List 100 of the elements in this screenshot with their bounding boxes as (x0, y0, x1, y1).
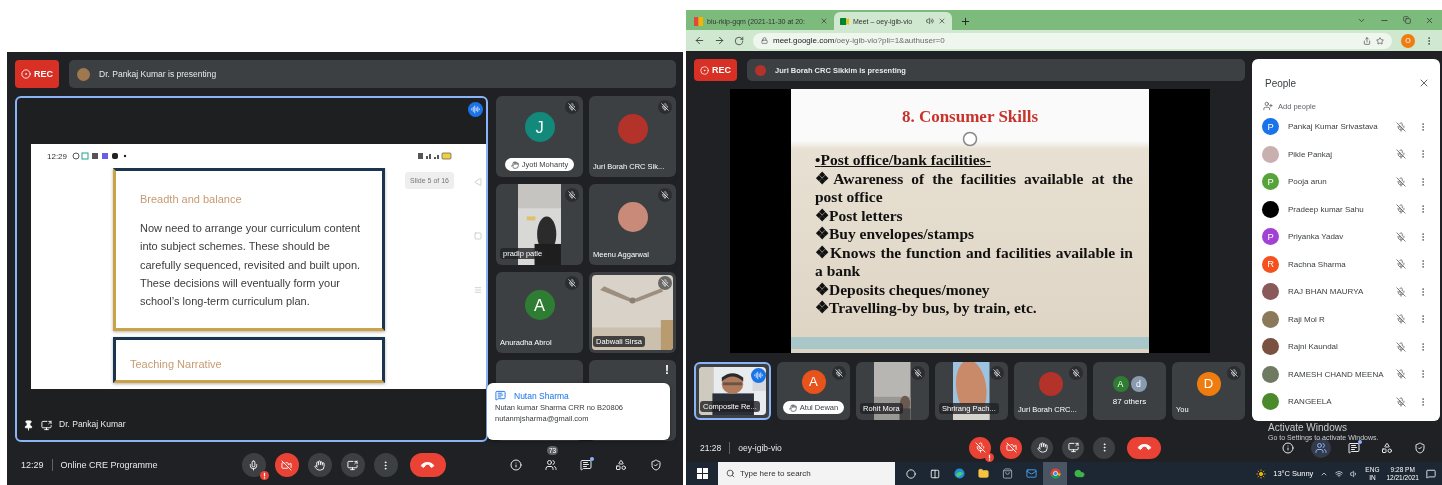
folder-icon (977, 468, 989, 479)
present-screen-icon (1067, 442, 1079, 453)
participant-name: Rajni Kaundal (1288, 342, 1339, 352)
participant-name: RANGEELA (1288, 397, 1333, 407)
close-icon (1418, 77, 1430, 89)
presenter-name: Dr. Pankaj Kumar (59, 419, 126, 429)
shield-icon (650, 459, 662, 471)
raise-hand-button[interactable] (1031, 436, 1053, 459)
mail-icon (1025, 468, 1037, 479)
card-title: Teaching Narrative (130, 358, 223, 371)
participant-name: Pradeep kumar Sahu (1288, 204, 1365, 214)
meeting-time: 12:29 (21, 460, 44, 470)
mic-off-icon[interactable] (1396, 259, 1406, 270)
address-field[interactable]: meet.google.com/oey-igib-vio?pli=1&authuser=0 (753, 32, 1392, 49)
hand-icon (1036, 442, 1048, 453)
more-button[interactable] (1093, 436, 1115, 459)
participant-name: Priyanka Yadav (1288, 232, 1345, 242)
meeting-code: oey-igib-vio (738, 442, 782, 453)
present-button[interactable] (340, 453, 365, 477)
mic-off-icon[interactable] (1396, 121, 1406, 132)
colorful-favicon-icon (694, 16, 703, 26)
avatar: J (524, 112, 555, 142)
sun-icon (1256, 468, 1267, 479)
present-screen-icon (347, 459, 358, 471)
people-icon (545, 459, 557, 471)
avatar: A (524, 290, 555, 320)
others-count: 87 others (1112, 397, 1147, 406)
rec-label: REC (712, 65, 731, 75)
close-icon[interactable] (820, 17, 828, 25)
mic-off-icon[interactable] (1396, 396, 1406, 407)
avatar (755, 64, 766, 76)
network-icon[interactable] (1335, 469, 1344, 478)
present-button[interactable] (1062, 436, 1084, 459)
restore-icon[interactable] (1403, 16, 1411, 24)
mic-off-icon[interactable] (1396, 231, 1406, 242)
close-button[interactable] (1418, 77, 1430, 89)
presenting-text: Dr. Pankaj Kumar is presenting (99, 69, 217, 79)
bullet-text: ❖Awareness of the facilities available at the post office (815, 169, 1133, 207)
avatar: R (1262, 255, 1279, 273)
alert-mark: ! (665, 363, 669, 377)
avatar (77, 67, 90, 81)
forward-icon[interactable] (714, 35, 725, 46)
bookmark-icon[interactable] (1376, 36, 1384, 45)
panel-title: People (1265, 77, 1297, 89)
camera-off-button[interactable] (1000, 436, 1022, 459)
mic-off-icon[interactable] (1396, 341, 1406, 352)
add-person-icon (1263, 101, 1273, 111)
leave-call-button[interactable] (409, 453, 446, 477)
camera-off-icon (1005, 442, 1017, 453)
participant-name: Pankaj Kumar Srivastava (1288, 122, 1379, 132)
close-icon[interactable] (1425, 15, 1434, 25)
microphone-off-button[interactable] (969, 436, 991, 459)
card-text: Now need to arrange your curriculum content into subject schemes. These should be carefully sequenced, revisited and built upon. These decisions will eventually form your school’s long-term curriculum plan. (140, 221, 362, 310)
info-icon (1282, 441, 1294, 454)
browser-icon (1049, 468, 1061, 479)
participant-name: Pooja arun (1288, 177, 1328, 187)
hand-icon (314, 459, 325, 471)
avatar: D (1196, 371, 1221, 396)
raise-hand-button[interactable] (307, 453, 332, 477)
bullet-text: ❖Post letters (815, 206, 904, 225)
chrome-button[interactable] (1043, 462, 1067, 485)
shopping-bag-icon (1001, 468, 1013, 479)
share-icon[interactable] (1363, 36, 1371, 45)
reload-icon[interactable] (734, 35, 744, 46)
mic-off-icon[interactable] (1396, 286, 1406, 297)
mic-off-icon[interactable] (1396, 204, 1406, 215)
new-tab-icon[interactable] (960, 16, 971, 27)
close-icon[interactable] (938, 17, 946, 25)
notifications-icon[interactable] (1426, 468, 1436, 479)
windows-logo-icon (696, 468, 708, 479)
hand-icon (510, 160, 519, 169)
pin-icon[interactable] (23, 420, 34, 431)
ring-icon (962, 131, 978, 147)
avatar: A (801, 369, 826, 394)
participant-name: Pikle Pankaj (1288, 149, 1334, 159)
microphone-button[interactable] (241, 453, 266, 477)
slide-title: 8. Consumer Skills (901, 107, 1039, 127)
search-field[interactable]: Type here to search (718, 462, 895, 485)
volume-icon[interactable] (1350, 469, 1359, 478)
alert-badge-icon (259, 471, 269, 480)
mic-off-icon[interactable] (1396, 314, 1406, 325)
phone-time: 12:29 (47, 151, 68, 161)
search-icon (726, 469, 735, 478)
shapes-icon (1381, 441, 1393, 454)
avatar: P (1262, 228, 1279, 246)
cloud-icon (1073, 468, 1085, 479)
mic-off-icon[interactable] (1396, 369, 1406, 380)
leave-call-button[interactable] (1127, 436, 1161, 459)
more-button[interactable] (373, 453, 398, 477)
hand-icon (788, 403, 797, 412)
microphone-icon (248, 459, 259, 471)
camera-off-button[interactable] (274, 453, 299, 477)
mic-off-icon[interactable] (1396, 176, 1406, 187)
record-icon (700, 65, 709, 75)
back-icon[interactable] (694, 35, 705, 46)
shapes-icon (615, 459, 627, 471)
mic-off-icon[interactable] (1396, 149, 1406, 160)
audio-icon[interactable] (926, 17, 934, 25)
bullet-text: ❖Knows the function and facilities available in a bank (815, 243, 1133, 281)
bullet-text: •Post office/bank facilities- (815, 151, 992, 170)
